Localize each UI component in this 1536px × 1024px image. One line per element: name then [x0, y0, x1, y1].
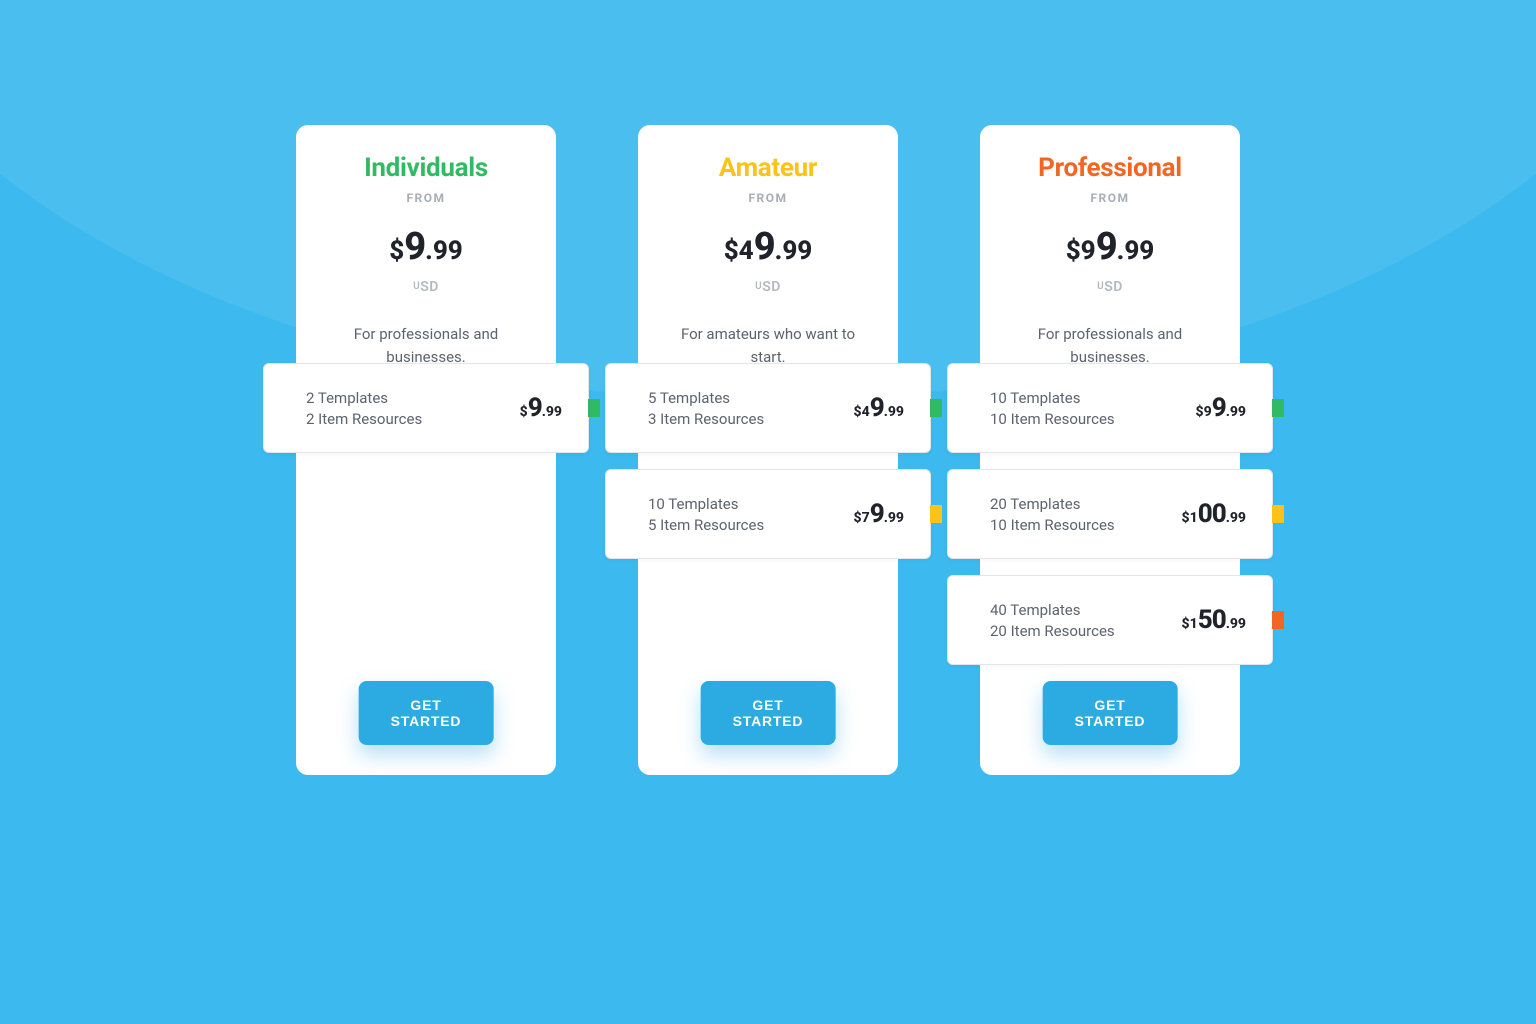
tier-line2: 5 Item Resources	[648, 516, 764, 534]
currency-label: USD	[1097, 279, 1123, 295]
plan-price: $ 9 .99	[389, 225, 463, 269]
get-started-button[interactable]: GET STARTED	[359, 681, 494, 745]
plan-price: $4 9 .99	[724, 225, 813, 269]
tier-option[interactable]: 40 Templates 20 Item Resources $1 50 .99	[947, 575, 1273, 665]
get-started-button[interactable]: GET STARTED	[701, 681, 836, 745]
plan-title: Professional	[1038, 153, 1182, 183]
plan-description: For professionals and businesses.	[326, 323, 526, 368]
tier-option[interactable]: 2 Templates 2 Item Resources $ 9 .99	[263, 363, 589, 453]
from-label: FROM	[406, 191, 445, 205]
price-dollar: $	[389, 236, 404, 266]
tier-price: $1 00 .99	[1182, 499, 1246, 529]
tier-list: 2 Templates 2 Item Resources $ 9 .99	[263, 363, 589, 453]
price-big: 9	[404, 225, 425, 269]
tier-line1: 2 Templates	[306, 389, 422, 407]
plan-card-professional: Professional FROM $9 9 .99 USD For profe…	[980, 125, 1240, 775]
tier-info: 2 Templates 2 Item Resources	[306, 389, 422, 428]
price-big: 9	[754, 225, 775, 269]
tier-info: 20 Templates 10 Item Resources	[990, 495, 1115, 534]
plan-description: For professionals and businesses.	[1010, 323, 1210, 368]
tier-list: 5 Templates 3 Item Resources $4 9 .99 10…	[605, 363, 931, 559]
tier-line2: 3 Item Resources	[648, 410, 764, 428]
tier-info: 5 Templates 3 Item Resources	[648, 389, 764, 428]
from-label: FROM	[1090, 191, 1129, 205]
tier-option[interactable]: 10 Templates 10 Item Resources $9 9 .99	[947, 363, 1273, 453]
tier-line1: 40 Templates	[990, 601, 1115, 619]
tier-line1: 20 Templates	[990, 495, 1115, 513]
tier-line2: 10 Item Resources	[990, 410, 1115, 428]
tier-line2: 10 Item Resources	[990, 516, 1115, 534]
price-big: 9	[1096, 225, 1117, 269]
tier-info: 10 Templates 5 Item Resources	[648, 495, 764, 534]
tier-price: $1 50 .99	[1182, 605, 1246, 635]
price-cents: .99	[775, 236, 813, 266]
tier-marker-icon	[588, 399, 600, 417]
plan-description: For amateurs who want to start.	[668, 323, 868, 368]
tier-info: 40 Templates 20 Item Resources	[990, 601, 1115, 640]
tier-marker-icon	[1272, 611, 1284, 629]
plan-price: $9 9 .99	[1066, 225, 1155, 269]
tier-price: $7 9 .99	[854, 499, 904, 529]
tier-info: 10 Templates 10 Item Resources	[990, 389, 1115, 428]
tier-marker-icon	[930, 505, 942, 523]
tier-line1: 10 Templates	[990, 389, 1115, 407]
tier-price: $9 9 .99	[1196, 393, 1246, 423]
tier-list: 10 Templates 10 Item Resources $9 9 .99 …	[947, 363, 1273, 665]
price-cents: .99	[425, 236, 463, 266]
tier-line2: 2 Item Resources	[306, 410, 422, 428]
get-started-button[interactable]: GET STARTED	[1043, 681, 1178, 745]
tier-option[interactable]: 10 Templates 5 Item Resources $7 9 .99	[605, 469, 931, 559]
price-dollar: $9	[1066, 236, 1096, 266]
tier-option[interactable]: 5 Templates 3 Item Resources $4 9 .99	[605, 363, 931, 453]
plan-card-amateur: Amateur FROM $4 9 .99 USD For amateurs w…	[638, 125, 898, 775]
tier-line2: 20 Item Resources	[990, 622, 1115, 640]
tier-price: $ 9 .99	[520, 393, 562, 423]
plan-title: Individuals	[364, 153, 488, 183]
price-dollar: $4	[724, 236, 754, 266]
tier-marker-icon	[930, 399, 942, 417]
tier-marker-icon	[1272, 399, 1284, 417]
tier-line1: 5 Templates	[648, 389, 764, 407]
tier-price: $4 9 .99	[854, 393, 904, 423]
pricing-container: Individuals FROM $ 9 .99 USD For profess…	[0, 0, 1536, 775]
tier-marker-icon	[1272, 505, 1284, 523]
tier-option[interactable]: 20 Templates 10 Item Resources $1 00 .99	[947, 469, 1273, 559]
from-label: FROM	[748, 191, 787, 205]
tier-line1: 10 Templates	[648, 495, 764, 513]
currency-label: USD	[413, 279, 439, 295]
plan-title: Amateur	[719, 153, 817, 183]
price-cents: .99	[1117, 236, 1155, 266]
plan-card-individuals: Individuals FROM $ 9 .99 USD For profess…	[296, 125, 556, 775]
currency-label: USD	[755, 279, 781, 295]
